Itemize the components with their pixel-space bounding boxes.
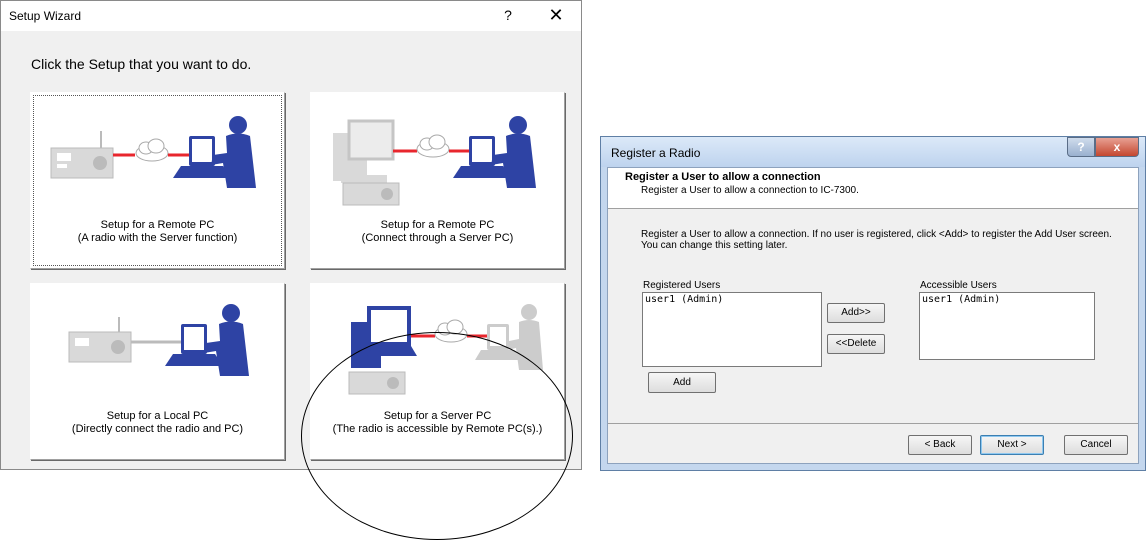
- caption-line1: Setup for a Remote PC: [100, 219, 215, 231]
- close-button[interactable]: ✕: [544, 5, 568, 26]
- radio-gray-icon: [348, 371, 406, 395]
- tile-caption: Setup for a Server PC (The radio is acce…: [311, 410, 564, 436]
- tile-caption: Setup for a Local PC (Directly connect t…: [31, 410, 284, 436]
- caption-line2: (Directly connect the radio and PC): [71, 423, 244, 435]
- setup-wizard-window: Setup Wizard ? ✕ Click the Setup that yo…: [0, 0, 582, 470]
- accessible-users-label: Accessible Users: [920, 280, 997, 291]
- add-user-button[interactable]: Add: [648, 372, 716, 393]
- caption-line1: Setup for a Server PC: [383, 410, 492, 422]
- help-button[interactable]: ?: [1067, 137, 1095, 157]
- caption-line2: (A radio with the Server function): [77, 232, 238, 244]
- server-pc-icon: [351, 306, 417, 368]
- header-title: Register a User to allow a connection: [625, 171, 821, 183]
- setup-remote-pc-through-server-button[interactable]: Setup for a Remote PC (Connect through a…: [310, 92, 565, 269]
- setup-local-pc-button[interactable]: Setup for a Local PC (Directly connect t…: [30, 283, 285, 460]
- description-text: Register a User to allow a connection. I…: [641, 229, 1112, 251]
- radio-gray-icon: [68, 317, 132, 363]
- cancel-button[interactable]: Cancel: [1064, 435, 1128, 455]
- header-subtitle: Register a User to allow a connection to…: [641, 185, 859, 196]
- registered-users-label: Registered Users: [643, 280, 721, 291]
- add-to-accessible-button[interactable]: Add>>: [827, 303, 885, 323]
- close-button[interactable]: x: [1095, 137, 1139, 157]
- caption-line1: Setup for a Local PC: [106, 410, 209, 422]
- dialog-client-area: Register a User to allow a connection Re…: [607, 167, 1139, 464]
- title-bar: Register a Radio ? x: [601, 137, 1145, 167]
- instruction-text: Click the Setup that you want to do.: [31, 56, 252, 72]
- radio-gray-icon: [342, 182, 400, 206]
- window-title: Setup Wizard: [9, 9, 82, 23]
- next-button[interactable]: Next >: [980, 435, 1044, 455]
- tile-caption: Setup for a Remote PC (Connect through a…: [311, 219, 564, 245]
- accessible-users-list[interactable]: user1 (Admin): [919, 292, 1095, 360]
- list-item[interactable]: user1 (Admin): [645, 294, 819, 305]
- registered-users-list[interactable]: user1 (Admin): [642, 292, 822, 367]
- caption-line1: Setup for a Remote PC: [380, 219, 495, 231]
- user-silhouette-gray-icon: [507, 304, 543, 370]
- separator: [608, 423, 1138, 424]
- delete-from-accessible-button[interactable]: <<Delete: [827, 334, 885, 354]
- tile-caption: Setup for a Remote PC (A radio with the …: [31, 219, 284, 245]
- server-pc-gray-icon: [333, 119, 395, 183]
- cloud-icon: [135, 138, 169, 162]
- radio-icon: [50, 131, 114, 179]
- setup-remote-pc-server-function-button[interactable]: Setup for a Remote PC (A radio with the …: [30, 92, 285, 269]
- register-radio-window: Register a Radio ? x Register a User to a…: [600, 136, 1146, 471]
- caption-line2: (The radio is accessible by Remote PC(s)…: [332, 423, 543, 435]
- title-buttons: ? x: [1067, 137, 1139, 157]
- setup-server-pc-button[interactable]: Setup for a Server PC (The radio is acce…: [310, 283, 565, 460]
- dialog-header: Register a User to allow a connection Re…: [608, 168, 1138, 209]
- caption-line2: (Connect through a Server PC): [361, 232, 514, 244]
- list-item[interactable]: user1 (Admin): [922, 294, 1092, 305]
- title-bar: Setup Wizard ? ✕: [1, 1, 581, 32]
- help-button[interactable]: ?: [498, 7, 518, 23]
- cloud-icon: [434, 319, 468, 343]
- window-title: Register a Radio: [611, 146, 701, 160]
- cloud-icon: [416, 134, 450, 158]
- back-button[interactable]: < Back: [908, 435, 972, 455]
